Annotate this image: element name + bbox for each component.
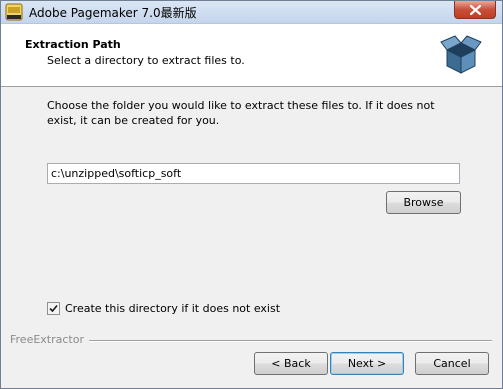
back-button[interactable]: < Back <box>254 352 328 375</box>
footer-divider <box>89 340 492 342</box>
create-directory-checkbox[interactable] <box>47 302 60 315</box>
page-subtitle: Select a directory to extract files to. <box>47 54 245 67</box>
title-bar[interactable]: Adobe Pagemaker 7.0最新版 <box>1 1 502 24</box>
page-title: Extraction Path <box>25 38 121 51</box>
checkmark-icon <box>49 304 58 313</box>
close-icon <box>470 5 481 15</box>
instruction-text: Choose the folder you would like to extr… <box>47 99 435 127</box>
wizard-header: Extraction Path Select a directory to ex… <box>1 24 502 87</box>
create-directory-label[interactable]: Create this directory if it does not exi… <box>65 302 280 315</box>
softcp-icon[interactable] <box>5 3 23 21</box>
browse-button[interactable]: Browse <box>386 191 461 214</box>
next-button[interactable]: Next > <box>330 352 404 375</box>
extract-path-field[interactable] <box>47 163 460 184</box>
close-button[interactable] <box>454 1 496 19</box>
open-box-icon <box>439 32 483 79</box>
brand-label: FreeExtractor <box>10 333 84 346</box>
cancel-button[interactable]: Cancel <box>415 352 489 375</box>
window-title: Adobe Pagemaker 7.0最新版 <box>29 6 197 20</box>
extractor-window: Adobe Pagemaker 7.0最新版 Extraction Path S… <box>0 0 503 389</box>
